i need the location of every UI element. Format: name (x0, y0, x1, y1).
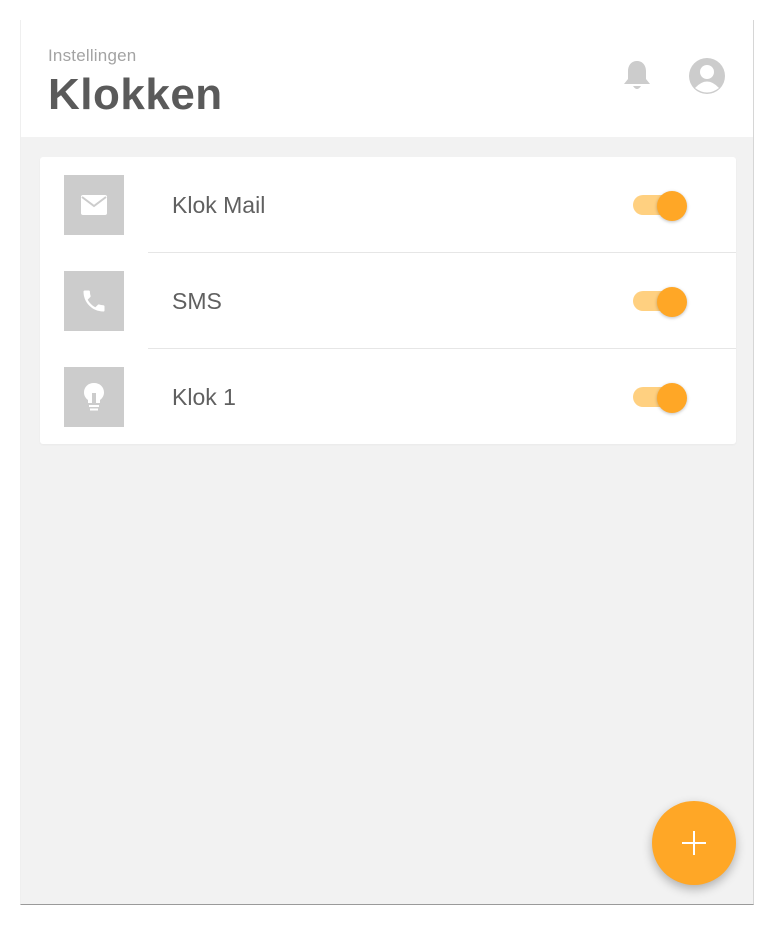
list-item-klok-mail[interactable]: Klok Mail (40, 157, 736, 253)
plus-icon (682, 831, 706, 855)
account-button[interactable] (687, 56, 727, 96)
lightbulb-icon (84, 383, 104, 411)
phone-icon (83, 290, 105, 312)
user-avatar-icon (689, 58, 725, 94)
enable-toggle[interactable] (633, 383, 689, 413)
enable-toggle[interactable] (633, 287, 689, 317)
notifications-button[interactable] (617, 56, 657, 96)
list-item-klok-1[interactable]: Klok 1 (40, 349, 736, 445)
item-label: SMS (172, 288, 222, 314)
enable-toggle[interactable] (633, 191, 689, 221)
page-subtitle: Instellingen (48, 46, 137, 65)
page-title: Klokken (48, 70, 223, 119)
item-label: Klok 1 (172, 384, 236, 410)
app-header: Instellingen Klokken (21, 20, 753, 137)
app-window: Instellingen Klokken Klok Mail SMS Klok … (20, 20, 754, 905)
item-label: Klok Mail (172, 192, 266, 218)
add-clock-button[interactable] (652, 801, 736, 885)
list-item-sms[interactable]: SMS (40, 253, 736, 349)
item-icon-tile (64, 367, 124, 427)
item-icon-tile (64, 175, 124, 235)
mail-icon (81, 195, 107, 215)
clock-list: Klok Mail SMS Klok 1 (40, 157, 736, 444)
bell-icon (624, 61, 650, 89)
item-icon-tile (64, 271, 124, 331)
